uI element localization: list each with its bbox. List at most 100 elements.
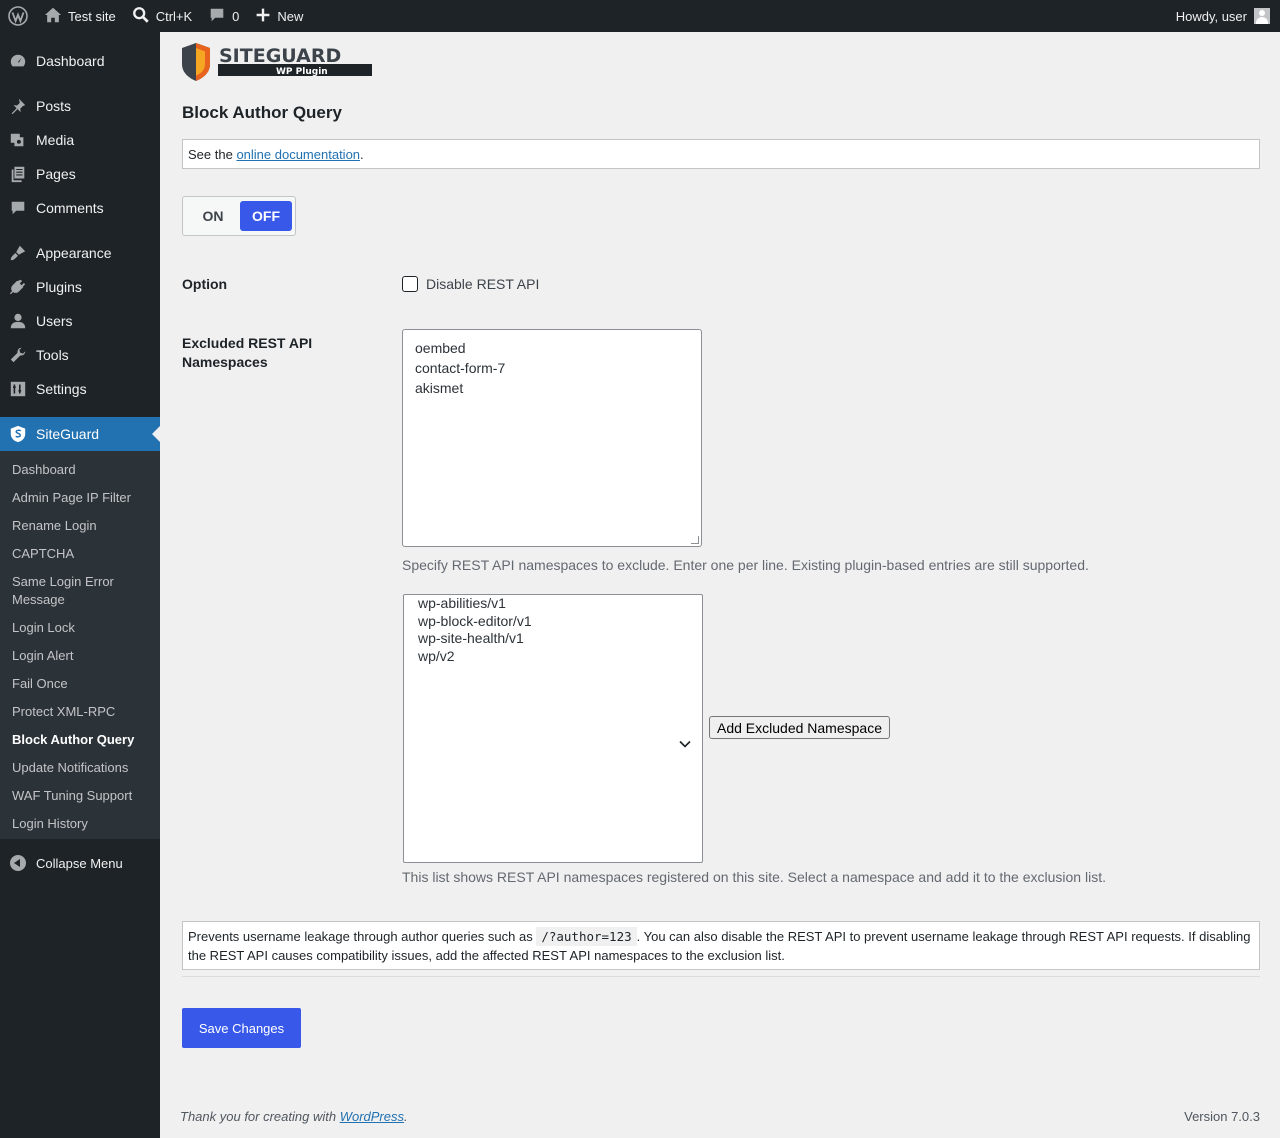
excluded-namespaces-label: Excluded REST API Namespaces — [182, 335, 313, 370]
comment-icon — [0, 199, 36, 217]
collapse-label: Collapse Menu — [36, 855, 123, 871]
command-palette-link[interactable]: Ctrl+K — [124, 0, 200, 32]
menu-item-settings[interactable]: Settings — [0, 372, 160, 406]
toggle-off-button[interactable]: OFF — [240, 201, 292, 231]
on-off-toggle: ON OFF — [182, 196, 296, 236]
wordpress-logo-icon[interactable] — [0, 0, 36, 32]
media-icon — [0, 131, 36, 149]
excluded-namespaces-description: Specify REST API namespaces to exclude. … — [402, 557, 1089, 573]
resize-handle[interactable] — [691, 536, 699, 544]
submenu-item-rename-login[interactable]: Rename Login — [12, 517, 152, 535]
info-text: Prevents username leakage through author… — [188, 929, 537, 944]
logo-subtext: WP Plugin — [276, 67, 328, 77]
submenu-item-dashboard[interactable]: Dashboard — [12, 461, 152, 479]
new-label: New — [277, 8, 304, 24]
footer-version: Version 7.0.3 — [1184, 1109, 1260, 1124]
footer-thanks: Thank you for creating with WordPress. — [180, 1109, 408, 1124]
excluded-namespaces-textarea[interactable]: oembed contact-form-7 akismet — [402, 329, 702, 547]
submenu-item-captcha[interactable]: CAPTCHA — [12, 545, 152, 563]
excluded-namespace-line: oembed — [415, 340, 466, 356]
menu-item-pages[interactable]: Pages — [0, 157, 160, 191]
menu-label: Pages — [36, 166, 76, 182]
submenu-item-block-author-query[interactable]: Block Author Query — [12, 731, 152, 749]
settings-icon — [0, 380, 36, 398]
brush-icon — [0, 244, 36, 262]
namespace-option[interactable]: wp-site-health/v1 — [418, 630, 688, 648]
chevron-down-icon — [679, 735, 691, 753]
menu-label: Media — [36, 132, 75, 148]
my-account-link[interactable]: Howdy, user — [1168, 0, 1280, 32]
namespace-option[interactable]: wp-abilities/v1 — [418, 595, 688, 613]
excluded-namespace-line: contact-form-7 — [415, 360, 506, 376]
menu-label: Plugins — [36, 279, 82, 295]
collapse-menu-button[interactable]: Collapse Menu — [0, 850, 160, 876]
namespace-option[interactable]: wp-block-editor/v1 — [418, 613, 688, 631]
submenu-item-login-history[interactable]: Login History — [12, 815, 152, 833]
submenu-item-fail-once[interactable]: Fail Once — [12, 675, 152, 693]
menu-item-dashboard[interactable]: Dashboard — [0, 44, 160, 78]
namespace-option[interactable]: wp/v2 — [418, 648, 688, 666]
submenu-item-update-notifications[interactable]: Update Notifications — [12, 759, 152, 777]
namespace-select[interactable]: wp-abilities/v1 wp-block-editor/v1 wp-si… — [403, 594, 703, 863]
menu-label: Dashboard — [36, 53, 105, 69]
site-name: Test site — [68, 8, 116, 24]
pages-icon — [0, 165, 36, 183]
plus-icon — [255, 7, 271, 26]
new-content-link[interactable]: New — [247, 0, 311, 32]
plugin-icon — [0, 278, 36, 296]
footer-thanks-suffix: . — [404, 1109, 408, 1124]
submenu-item-login-lock[interactable]: Login Lock — [12, 619, 152, 637]
namespace-list-description: This list shows REST API namespaces regi… — [402, 869, 1106, 885]
siteguard-submenu: Dashboard Admin Page IP Filter Rename Lo… — [0, 451, 160, 839]
disable-rest-api-checkbox[interactable] — [402, 276, 418, 292]
author-query-code: /?author=123 — [536, 927, 637, 946]
submenu-item-same-login-error-message[interactable]: Same Login Error Message — [12, 573, 152, 609]
wordpress-link[interactable]: WordPress — [340, 1109, 404, 1124]
menu-item-users[interactable]: Users — [0, 304, 160, 338]
info-notice: Prevents username leakage through author… — [182, 921, 1260, 970]
search-icon — [132, 6, 150, 27]
comment-icon — [208, 6, 226, 27]
menu-label: Users — [36, 313, 73, 329]
howdy-text: Howdy, user — [1175, 8, 1247, 24]
divider — [182, 976, 1260, 977]
menu-label: Posts — [36, 98, 72, 114]
option-label: Option — [182, 276, 228, 292]
documentation-notice: See the online documentation. — [182, 139, 1260, 169]
menu-label: Comments — [36, 200, 104, 216]
doc-suffix: . — [360, 147, 364, 162]
home-icon — [44, 6, 62, 27]
admin-bar: Test site Ctrl+K 0 New Howdy, user — [0, 0, 1280, 32]
online-documentation-link[interactable]: online documentation — [236, 147, 360, 162]
siteguard-icon — [0, 425, 36, 443]
disable-rest-api-option[interactable]: Disable REST API — [402, 276, 539, 292]
avatar — [1254, 8, 1270, 24]
menu-item-posts[interactable]: Posts — [0, 89, 160, 123]
submenu-item-admin-page-ip-filter[interactable]: Admin Page IP Filter — [12, 489, 152, 507]
menu-label: Appearance — [36, 245, 112, 261]
disable-rest-api-label: Disable REST API — [426, 276, 540, 292]
comments-link[interactable]: 0 — [200, 0, 247, 32]
menu-item-appearance[interactable]: Appearance — [0, 236, 160, 270]
dashboard-icon — [0, 52, 36, 70]
search-shortcut: Ctrl+K — [155, 8, 193, 24]
toggle-on-button[interactable]: ON — [187, 201, 239, 231]
menu-label: Settings — [36, 381, 87, 397]
submenu-item-protect-xml-rpc[interactable]: Protect XML-RPC — [12, 703, 152, 721]
menu-item-tools[interactable]: Tools — [0, 338, 160, 372]
user-icon — [0, 312, 36, 330]
menu-label: SiteGuard — [36, 426, 100, 442]
save-changes-button[interactable]: Save Changes — [182, 1008, 301, 1048]
add-excluded-namespace-button[interactable]: Add Excluded Namespace — [709, 716, 890, 739]
submenu-item-login-alert[interactable]: Login Alert — [12, 647, 152, 665]
menu-item-siteguard[interactable]: SiteGuard — [0, 417, 160, 451]
menu-item-comments[interactable]: Comments — [0, 191, 160, 225]
submenu-item-waf-tuning-support[interactable]: WAF Tuning Support — [12, 787, 152, 805]
menu-label: Tools — [36, 347, 69, 363]
menu-item-media[interactable]: Media — [0, 123, 160, 157]
site-name-link[interactable]: Test site — [36, 0, 124, 32]
menu-item-plugins[interactable]: Plugins — [0, 270, 160, 304]
collapse-icon — [0, 855, 36, 871]
page-title: Block Author Query — [182, 103, 342, 122]
excluded-namespace-line: akismet — [415, 380, 464, 396]
